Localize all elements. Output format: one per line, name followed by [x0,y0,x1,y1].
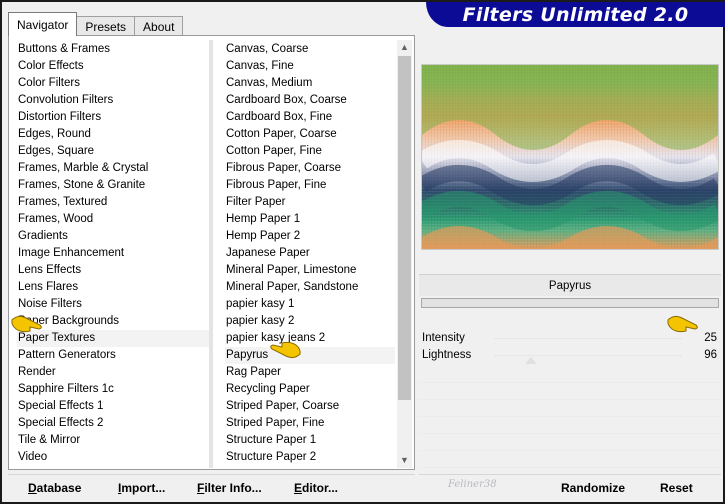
chevron-up-icon[interactable]: ▲ [397,40,412,55]
filter-name-label: Papyrus [419,274,721,296]
pointing-hand-icon [11,315,42,333]
category-item[interactable]: Pattern Generators [17,347,209,364]
param-label: Intensity [422,332,465,344]
category-item[interactable]: Render [17,364,209,381]
pointing-hand-icon [270,341,301,359]
chevron-down-icon[interactable]: ▼ [397,453,412,468]
category-item[interactable]: Lens Effects [17,262,209,279]
reset-button[interactable]: Reset [660,479,693,497]
filter-item[interactable]: Cardboard Box, Coarse [225,92,395,109]
scroll-thumb[interactable] [398,56,411,400]
import-button[interactable]: Import... [118,479,165,497]
filter-item[interactable]: Fibrous Paper, Fine [225,177,395,194]
category-item[interactable]: Color Effects [17,58,209,75]
title-banner: Filters Unlimited 2.0 [426,2,725,27]
category-item[interactable]: Sapphire Filters 1c [17,381,209,398]
filter-list[interactable]: Canvas, Coarse Canvas, Fine Canvas, Medium… [225,41,395,466]
category-item[interactable]: Image Enhancement [17,245,209,262]
preview-wave-texture [422,65,718,249]
navigator-panel: Buttons & Frames Color Effects Color Filte… [8,35,415,470]
empty-row [419,417,721,434]
category-item[interactable]: Buttons & Frames [17,41,209,58]
category-item[interactable]: Noise Filters [17,296,209,313]
empty-row [419,383,721,400]
author-watermark: Feliner38 [448,479,497,490]
category-item[interactable]: Frames, Marble & Crystal [17,160,209,177]
category-item[interactable]: Distortion Filters [17,109,209,126]
filter-item[interactable]: Canvas, Fine [225,58,395,75]
category-item[interactable]: Frames, Textured [17,194,209,211]
param-row-lightness[interactable]: Lightness 96 [419,347,721,364]
list-divider[interactable] [209,40,213,468]
tab-navigator[interactable]: Navigator [8,12,78,36]
filter-item[interactable]: papier kasy 2 [225,313,395,330]
tab-bar: Navigator Presets About [8,12,184,36]
filter-item[interactable]: Mineral Paper, Sandstone [225,279,395,296]
tab-about[interactable]: About [134,16,184,36]
filter-item[interactable]: Hemp Paper 2 [225,228,395,245]
category-item[interactable]: Tile & Mirror [17,432,209,449]
category-item[interactable]: Paper Textures [17,330,209,347]
filter-item[interactable]: Canvas, Coarse [225,41,395,58]
category-item[interactable]: Convolution Filters [17,92,209,109]
category-item[interactable]: Special Effects 2 [17,415,209,432]
filter-item[interactable]: papier kasy 1 [225,296,395,313]
category-item[interactable]: Lens Flares [17,279,209,296]
progress-bar [421,298,719,308]
filter-list-scrollbar[interactable]: ▲ ▼ [397,40,412,468]
empty-row [419,400,721,417]
randomize-button[interactable]: Randomize [561,479,625,497]
database-button[interactable]: Database [28,479,81,497]
filter-item[interactable]: Papyrus [225,347,395,364]
category-item[interactable]: Edges, Round [17,126,209,143]
category-item[interactable]: Paper Backgrounds [17,313,209,330]
category-list[interactable]: Buttons & Frames Color Effects Color Filte… [17,41,209,466]
pointing-hand-icon [667,315,698,333]
filter-info-button[interactable]: Filter Info... [197,479,262,497]
param-value: 96 [704,349,717,361]
filter-item[interactable]: papier kasy jeans 2 [225,330,395,347]
category-item[interactable]: Color Filters [17,75,209,92]
empty-row [419,366,721,383]
filter-preview [421,64,719,250]
category-item[interactable]: Special Effects 1 [17,398,209,415]
category-item[interactable]: Edges, Square [17,143,209,160]
category-item[interactable]: Frames, Stone & Granite [17,177,209,194]
empty-row [419,451,721,468]
editor-button[interactable]: Editor... [294,479,338,497]
navigator-button-bar: Database Import... Filter Info... Editor… [8,474,415,498]
empty-row [419,434,721,451]
empty-parameter-rows [419,366,721,468]
filter-item[interactable]: Fibrous Paper, Coarse [225,160,395,177]
filter-item[interactable]: Japanese Paper [225,245,395,262]
category-item[interactable]: Gradients [17,228,209,245]
filter-item[interactable]: Cotton Paper, Fine [225,143,395,160]
filter-item[interactable]: Recycling Paper [225,381,395,398]
filter-item[interactable]: Filter Paper [225,194,395,211]
filter-item[interactable]: Hemp Paper 1 [225,211,395,228]
filter-item[interactable]: Canvas, Medium [225,75,395,92]
filter-item[interactable]: Cardboard Box, Fine [225,109,395,126]
slider-marker-icon[interactable] [525,357,537,364]
filter-item[interactable]: Rag Paper [225,364,395,381]
filter-item[interactable]: Mineral Paper, Limestone [225,262,395,279]
filter-item[interactable]: Structure Paper 2 [225,449,395,466]
category-item[interactable]: Frames, Wood [17,211,209,228]
filter-item[interactable]: Cotton Paper, Coarse [225,126,395,143]
param-label: Lightness [422,349,472,361]
parameter-list: Intensity 25 Lightness 96 [419,330,721,364]
tab-presets[interactable]: Presets [76,16,136,36]
param-slider-track[interactable] [495,355,681,356]
app-title: Filters Unlimited 2.0 [462,3,689,26]
filters-unlimited-window: Filters Unlimited 2.0 Navigator Presets … [0,0,725,504]
param-value: 25 [704,332,717,344]
filter-item[interactable]: Structure Paper 1 [225,432,395,449]
category-item[interactable]: Video [17,449,209,466]
filter-item[interactable]: Striped Paper, Coarse [225,398,395,415]
filter-item[interactable]: Striped Paper, Fine [225,415,395,432]
param-slider-track[interactable] [495,338,681,339]
